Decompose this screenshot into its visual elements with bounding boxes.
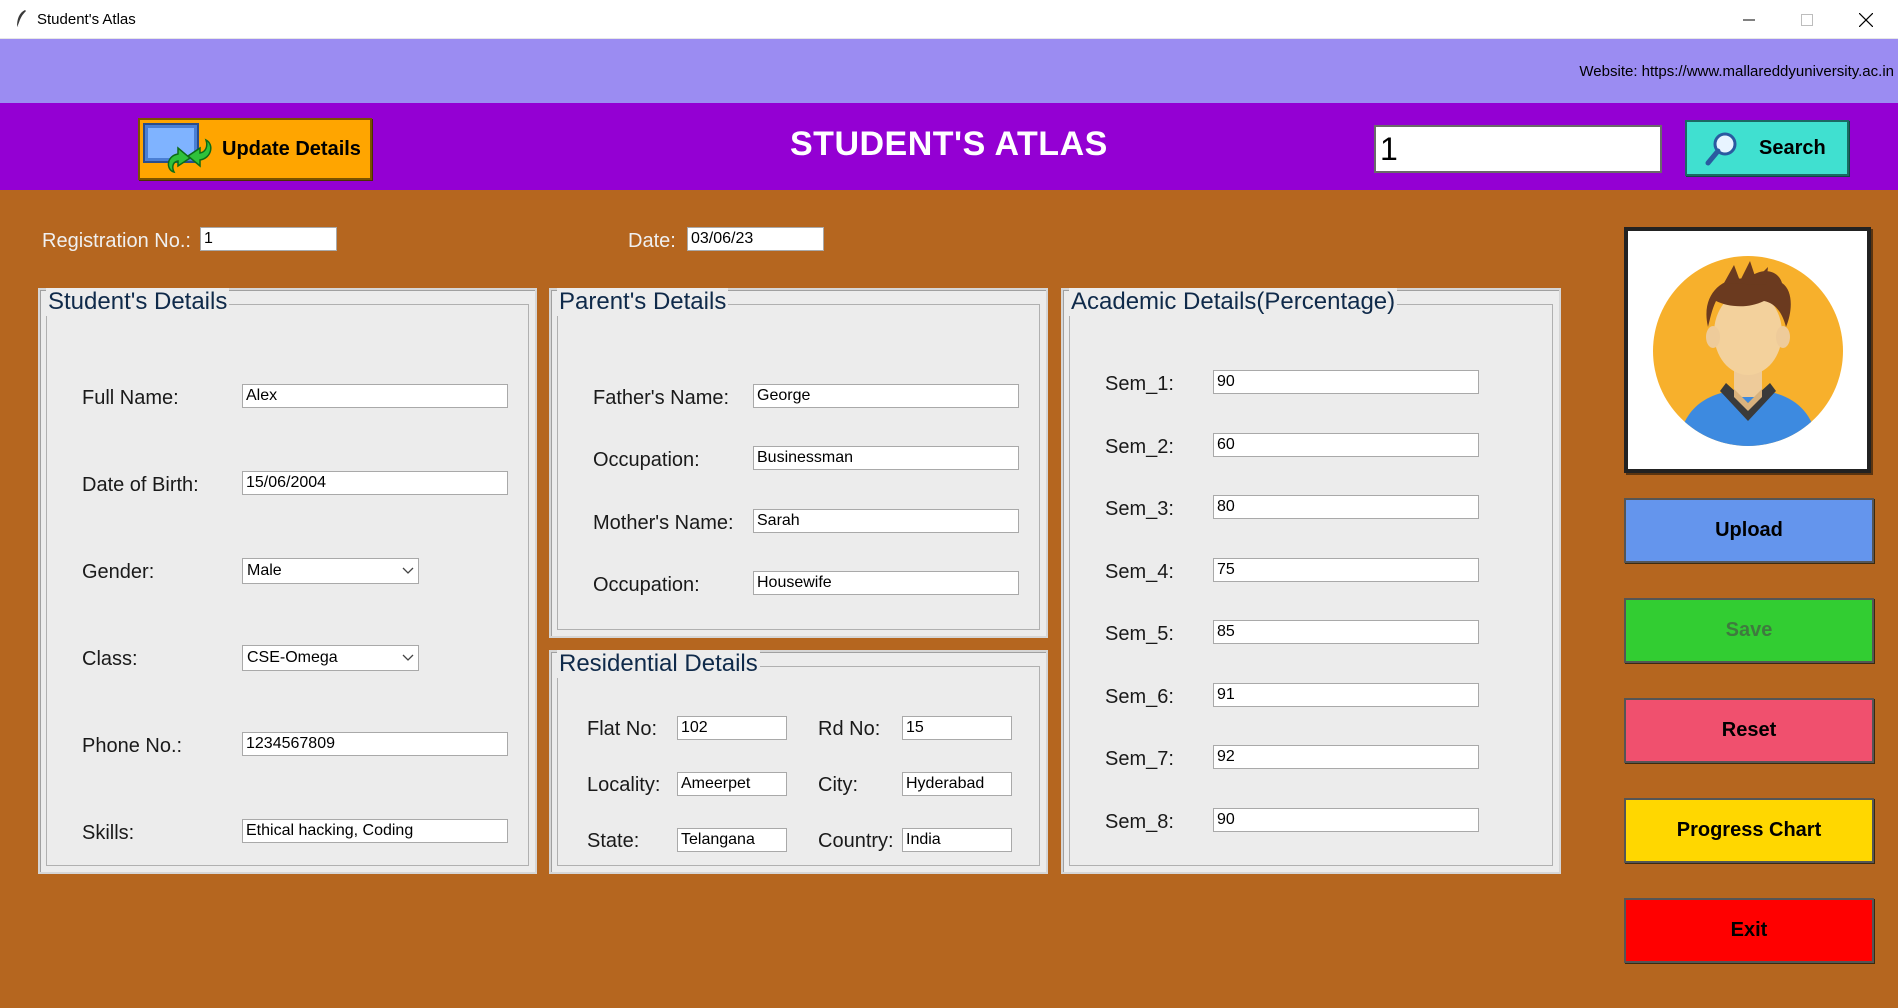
city-label: City: — [818, 774, 858, 796]
father-name-field[interactable]: George — [753, 384, 1019, 408]
student-photo-frame — [1624, 227, 1871, 473]
phone-label: Phone No.: — [82, 735, 183, 757]
country-label: Country: — [818, 830, 894, 852]
exit-button[interactable]: Exit — [1624, 898, 1874, 963]
refresh-icon — [140, 120, 226, 178]
semester-label: Sem_2: — [1105, 435, 1174, 458]
academic-details-title: Academic Details(Percentage) — [1069, 288, 1398, 316]
students-details-frame: Student's Details Full Name: Alex Date o… — [38, 288, 537, 874]
father-name-label: Father's Name: — [593, 387, 730, 409]
date-label: Date: — [628, 230, 676, 252]
close-icon — [1859, 12, 1873, 27]
gender-value: Male — [247, 562, 282, 579]
students-details-title: Student's Details — [46, 288, 230, 316]
reset-button[interactable]: Reset — [1624, 698, 1874, 763]
mother-name-label: Mother's Name: — [593, 512, 734, 534]
page-title: STUDENT'S ATLAS — [790, 125, 1108, 163]
city-field[interactable]: Hyderabad — [902, 772, 1012, 796]
website-text: Website: https://www.mallareddyuniversit… — [1579, 63, 1894, 80]
flat-label: Flat No: — [587, 718, 658, 740]
country-field[interactable]: India — [902, 828, 1012, 852]
date-field[interactable]: 03/06/23 — [687, 227, 824, 251]
rd-label: Rd No: — [818, 718, 881, 740]
maximize-icon — [1801, 13, 1813, 26]
semester-label: Sem_6: — [1105, 685, 1174, 708]
progress-chart-button[interactable]: Progress Chart — [1624, 798, 1874, 863]
skills-field[interactable]: Ethical hacking, Coding — [242, 819, 508, 843]
semester-field[interactable]: 90 — [1213, 807, 1479, 832]
semester-label: Sem_4: — [1105, 560, 1174, 583]
close-button[interactable] — [1843, 0, 1889, 39]
update-details-button[interactable]: Update Details — [138, 118, 372, 180]
father-occupation-label: Occupation: — [593, 449, 700, 471]
semester-field[interactable]: 75 — [1213, 557, 1479, 582]
minimize-icon — [1743, 19, 1755, 20]
gender-select[interactable]: Male — [242, 558, 419, 584]
semester-label: Sem_1: — [1105, 373, 1174, 395]
website-banner: Website: https://www.mallareddyuniversit… — [0, 39, 1898, 103]
dob-field[interactable]: 15/06/2004 — [242, 471, 508, 495]
flat-field[interactable]: 102 — [677, 716, 787, 740]
semester-field[interactable]: 92 — [1213, 745, 1479, 769]
parents-details-title: Parent's Details — [557, 288, 729, 316]
minimize-button[interactable] — [1726, 0, 1772, 39]
state-label: State: — [587, 830, 640, 852]
father-occupation-field[interactable]: Businessman — [753, 446, 1019, 470]
phone-field[interactable]: 1234567809 — [242, 732, 508, 756]
search-input[interactable] — [1374, 125, 1662, 173]
dob-label: Date of Birth: — [82, 474, 199, 496]
save-button[interactable]: Save — [1624, 598, 1874, 663]
class-value: CSE-Omega — [247, 649, 338, 666]
gender-label: Gender: — [82, 561, 155, 583]
app-header: Update Details STUDENT'S ATLAS Search — [0, 103, 1898, 190]
semester-label: Sem_8: — [1105, 810, 1174, 833]
window-title: Student's Atlas — [37, 11, 136, 28]
semester-label: Sem_5: — [1105, 623, 1174, 645]
search-button[interactable]: Search — [1685, 120, 1849, 176]
state-field[interactable]: Telangana — [677, 828, 787, 852]
semester-label: Sem_7: — [1105, 748, 1174, 770]
class-select[interactable]: CSE-Omega — [242, 645, 419, 671]
class-label: Class: — [82, 648, 138, 670]
locality-field[interactable]: Ameerpet — [677, 772, 787, 796]
window-titlebar: Student's Atlas — [0, 0, 1898, 39]
residential-details-title: Residential Details — [557, 650, 760, 678]
semester-field[interactable]: 85 — [1213, 620, 1479, 644]
registration-field[interactable]: 1 — [200, 227, 337, 251]
registration-label: Registration No.: — [42, 230, 191, 252]
mother-name-field[interactable]: Sarah — [753, 509, 1019, 533]
update-details-label: Update Details — [222, 137, 361, 160]
feather-icon — [16, 10, 26, 29]
semester-field[interactable]: 90 — [1213, 370, 1479, 394]
academic-details-frame: Academic Details(Percentage) Sem_1: 90 Sem… — [1061, 288, 1561, 874]
upload-button[interactable]: Upload — [1624, 498, 1874, 563]
maximize-button[interactable] — [1784, 0, 1830, 39]
locality-label: Locality: — [587, 774, 661, 796]
parents-details-frame: Parent's Details Father's Name: George O… — [549, 288, 1048, 638]
fullname-field[interactable]: Alex — [242, 384, 508, 408]
avatar — [1653, 256, 1843, 446]
fullname-label: Full Name: — [82, 387, 179, 409]
skills-label: Skills: — [82, 822, 135, 844]
semester-field[interactable]: 60 — [1213, 432, 1479, 457]
mother-occupation-field[interactable]: Housewife — [753, 571, 1019, 595]
mother-occupation-label: Occupation: — [593, 574, 700, 596]
chevron-down-icon — [402, 654, 414, 661]
search-icon — [1705, 132, 1737, 166]
semester-field[interactable]: 91 — [1213, 682, 1479, 707]
search-label: Search — [1759, 136, 1826, 159]
residential-details-frame: Residential Details Flat No: 102 Rd No: … — [549, 650, 1048, 874]
rd-field[interactable]: 15 — [902, 716, 1012, 740]
semester-label: Sem_3: — [1105, 498, 1174, 520]
chevron-down-icon — [402, 567, 414, 574]
semester-field[interactable]: 80 — [1213, 495, 1479, 519]
